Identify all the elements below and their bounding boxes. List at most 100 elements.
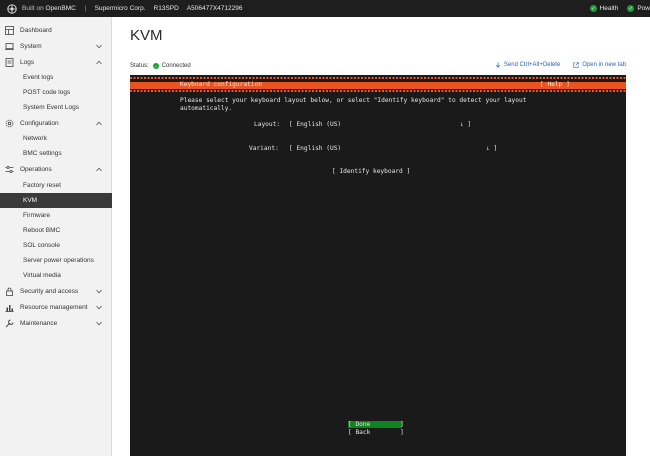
- sidebar-item-label: KVM: [23, 197, 38, 204]
- kvm-actions: Send Ctrl+Alt+Delete Open in new tab: [482, 62, 626, 68]
- sidebar-item-resource-management[interactable]: Resource management: [0, 300, 112, 315]
- layout-label: Layout:: [254, 121, 281, 128]
- sidebar-item-label: Maintenance: [20, 320, 58, 327]
- main-content: KVM Status: ✓ Connected Send Ctrl+Alt+De…: [113, 17, 650, 456]
- serial-number: A506477X4712296: [186, 5, 243, 12]
- sidebar-item-firmware[interactable]: Firmware: [0, 208, 112, 223]
- installer-header: Keyboard configuration [ Help ]: [130, 76, 626, 92]
- sidebar-item-dashboard[interactable]: Dashboard: [0, 23, 112, 38]
- logs-icon: [5, 58, 14, 67]
- open-in-new-tab-button[interactable]: Open in new tab: [573, 62, 626, 68]
- sidebar-item-system-event-logs[interactable]: System Event Logs: [0, 100, 112, 115]
- sidebar-item-virtual-media[interactable]: Virtual media: [0, 268, 112, 283]
- sidebar-item-bmc-settings[interactable]: BMC settings: [0, 146, 112, 161]
- check-circle-icon: ✓: [627, 5, 635, 12]
- send-ctrl-alt-delete-label: Send Ctrl+Alt+Delete: [503, 62, 561, 68]
- sidebar-item-label: Factory reset: [23, 182, 61, 189]
- dashboard-icon: [5, 26, 14, 35]
- sidebar-item-kvm[interactable]: KVM: [0, 193, 112, 208]
- chevron-up-icon: [96, 60, 102, 65]
- sidebar-item-event-logs[interactable]: Event logs: [0, 70, 112, 85]
- vendor-name: Supermicro Corp.: [94, 5, 146, 12]
- sidebar-item-label: System Event Logs: [23, 104, 79, 111]
- sidebar-item-post-code-logs[interactable]: POST code logs: [0, 85, 112, 100]
- identify-keyboard-button[interactable]: [ Identify keyboard ]: [332, 168, 410, 175]
- status-label: Status:: [130, 63, 149, 69]
- sidebar-item-operations[interactable]: Operations: [0, 162, 112, 177]
- status-value: Connected: [161, 63, 191, 69]
- sidebar-item-server-power-operations[interactable]: Server power operations: [0, 253, 112, 268]
- chevron-down-icon: [96, 321, 102, 326]
- model-name: R13SPD: [153, 5, 179, 12]
- sidebar-item-sol-console[interactable]: SOL console: [0, 238, 112, 253]
- sidebar-item-label: Operations: [20, 166, 52, 173]
- power-status[interactable]: ✓ Pow: [627, 5, 650, 12]
- sidebar-item-label: Configuration: [20, 120, 59, 127]
- sliders-icon: [5, 166, 14, 173]
- kvm-console-screen[interactable]: Keyboard configuration [ Help ] Please s…: [130, 75, 626, 456]
- sidebar-item-label: Event logs: [23, 74, 54, 81]
- chevron-down-icon: [96, 44, 102, 49]
- send-ctrl-alt-delete-button[interactable]: Send Ctrl+Alt+Delete: [495, 62, 560, 68]
- system-icon: [5, 43, 14, 50]
- variant-select-arrow[interactable]: ↓ ]: [486, 145, 497, 152]
- header-top-rule: [130, 77, 626, 79]
- chevron-up-icon: [96, 121, 102, 126]
- sidebar-item-security-and-access[interactable]: Security and access: [0, 284, 112, 299]
- sidebar-item-maintenance[interactable]: Maintenance: [0, 316, 112, 331]
- check-circle-icon: ✓: [589, 5, 597, 12]
- brand-label: OpenBMC: [45, 5, 76, 12]
- sidebar-item-label: BMC settings: [23, 150, 62, 157]
- chevron-down-icon: [96, 289, 102, 294]
- chevron-up-icon: [96, 167, 102, 172]
- chart-icon: [5, 305, 14, 312]
- built-on-label: Built on: [22, 5, 44, 12]
- sidebar-item-label: Dashboard: [20, 27, 52, 34]
- power-label: Pow: [637, 5, 650, 12]
- variant-select[interactable]: [ English (US): [289, 145, 341, 152]
- sidebar-item-label: Network: [23, 135, 47, 142]
- chevron-down-icon: [96, 305, 102, 310]
- openbmc-logo: Built on OpenBMC: [7, 3, 76, 14]
- page-title: KVM: [130, 27, 163, 44]
- sidebar-item-label: Reboot BMC: [23, 227, 61, 234]
- sidebar-item-reboot-bmc[interactable]: Reboot BMC: [0, 223, 112, 238]
- sidebar-item-label: Server power operations: [23, 257, 94, 264]
- kvm-status: Status: ✓ Connected: [130, 63, 191, 69]
- settings-icon: [5, 119, 14, 128]
- layout-select-arrow[interactable]: ↓ ]: [460, 121, 471, 128]
- sidebar-item-system[interactable]: System: [0, 39, 112, 54]
- open-in-new-tab-label: Open in new tab: [582, 62, 626, 68]
- health-status[interactable]: ✓ Health: [589, 5, 619, 12]
- check-circle-icon: ✓: [152, 63, 159, 69]
- openbmc-logo-icon: [7, 3, 17, 14]
- sidebar-item-label: Virtual media: [23, 272, 61, 279]
- sidebar: Dashboard System Logs Event logs POST co…: [0, 17, 112, 456]
- sidebar-item-network[interactable]: Network: [0, 131, 112, 146]
- header-bottom-rule: [130, 90, 626, 92]
- sidebar-item-factory-reset[interactable]: Factory reset: [0, 178, 112, 193]
- help-button[interactable]: [ Help ]: [540, 81, 570, 88]
- back-button[interactable]: [ Back ]: [348, 429, 404, 436]
- sidebar-item-label: POST code logs: [23, 89, 71, 96]
- instruction-text-line-2: automatically.: [180, 105, 233, 112]
- top-bar: Built on OpenBMC | Supermicro Corp. R13S…: [0, 0, 650, 17]
- wrench-icon: [5, 319, 14, 328]
- sidebar-item-label: SOL console: [23, 242, 60, 249]
- instruction-text-line-1: Please select your keyboard layout below…: [180, 97, 527, 104]
- installer-screen-title: Keyboard configuration: [180, 81, 262, 88]
- sidebar-item-logs[interactable]: Logs: [0, 55, 112, 70]
- done-button[interactable]: [ Done ]: [348, 421, 404, 428]
- variant-label: Variant:: [249, 145, 279, 152]
- external-link-icon: [573, 62, 579, 68]
- sidebar-item-label: Logs: [20, 59, 35, 66]
- sidebar-item-label: System: [20, 43, 42, 50]
- arrow-down-icon: [495, 62, 500, 68]
- sidebar-item-configuration[interactable]: Configuration: [0, 116, 112, 131]
- topbar-separator: |: [84, 5, 87, 12]
- sidebar-item-label: Firmware: [23, 212, 51, 219]
- lock-icon: [6, 287, 13, 296]
- layout-select[interactable]: [ English (US): [289, 121, 341, 128]
- health-label: Health: [599, 5, 619, 12]
- sidebar-item-label: Security and access: [20, 288, 79, 295]
